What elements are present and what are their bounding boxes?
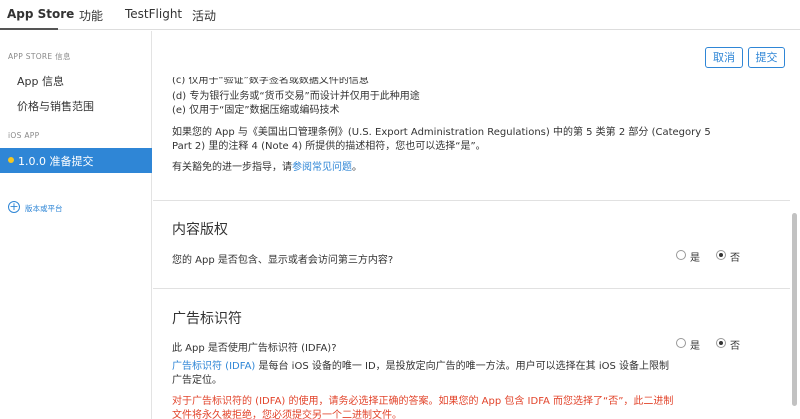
active-tab-indicator [0, 28, 58, 30]
encryption-line-d: (d) 专为银行业务或“货币交易”而设计并仅用于此种用途 [172, 91, 420, 102]
add-platform-label: 版本或平台 [25, 204, 63, 213]
plus-circle-icon: + [8, 200, 20, 213]
content-rights-yes-radio[interactable] [676, 250, 686, 260]
idfa-description-line-2: 广告定位。 [172, 375, 222, 386]
status-dot-icon [8, 157, 14, 163]
idfa-question: 此 App 是否使用广告标识符 (IDFA)? [172, 343, 337, 354]
content-rights-title: 内容版权 [172, 222, 228, 238]
submit-button[interactable]: 提交 [748, 47, 785, 68]
idfa-warning-line-1: 对于广告标识符的 (IDFA) 的使用，请务必选择正确的答案。如果您的 App … [172, 396, 674, 407]
encryption-paragraph-line-1: 如果您的 App 与《美国出口管理条例》(U.S. Export Adminis… [172, 127, 711, 138]
sidebar-item-app-info[interactable]: App 信息 [17, 73, 64, 89]
idfa-description-line-1: 广告标识符 (IDFA) 是每台 iOS 设备的唯一 ID，是投放定向广告的唯一… [172, 357, 669, 372]
guidance-prefix: 有关豁免的进一步指导，请 [172, 162, 292, 173]
tab-features[interactable]: 功能 [79, 7, 103, 24]
idfa-no-radio[interactable] [716, 338, 726, 348]
tab-app-store[interactable]: App Store [7, 7, 74, 21]
tab-testflight[interactable]: TestFlight [125, 7, 182, 21]
guidance-suffix: 。 [352, 162, 362, 173]
tab-activity[interactable]: 活动 [192, 7, 216, 24]
content-rights-question: 您的 App 是否包含、显示或者会访问第三方内容? [172, 255, 394, 266]
idfa-yes-radio[interactable] [676, 338, 686, 348]
idfa-warning-line-2: 文件将永久被拒绝，您必须提交另一个二进制文件。 [172, 410, 402, 419]
content-rights-yes-label: 是 [690, 253, 700, 264]
idfa-description-text: 是每台 iOS 设备的唯一 ID，是投放定向广告的唯一方法。用户可以选择在其 i… [255, 361, 670, 372]
main-content: 取消 提交 (c) 仅用于“验证”数字签名或数据文件的信息 (d) 专为银行业务… [153, 31, 800, 419]
section-divider [153, 288, 790, 289]
sidebar: APP STORE 信息 App 信息 价格与销售范围 iOS APP 1.0.… [0, 31, 152, 419]
idfa-no-label: 否 [730, 341, 740, 352]
encryption-line-c: (c) 仅用于“验证”数字签名或数据文件的信息 [172, 75, 369, 86]
exemption-guidance: 有关豁免的进一步指导，请参阅常见问题。 [172, 158, 362, 173]
scrollbar-thumb[interactable] [792, 213, 797, 406]
section-header-app-store: APP STORE 信息 [8, 52, 71, 61]
idfa-yes-label: 是 [690, 341, 700, 352]
section-header-ios-app: iOS APP [8, 131, 40, 140]
faq-link[interactable]: 参阅常见问题 [292, 162, 352, 173]
content-rights-no-radio[interactable] [716, 250, 726, 260]
encryption-paragraph-line-2: Part 2) 里的注释 4 (Note 4) 所提供的描述相符，您也可以选择“… [172, 141, 486, 152]
cancel-button[interactable]: 取消 [705, 47, 743, 68]
sidebar-item-pricing[interactable]: 价格与销售范围 [17, 98, 94, 114]
section-divider [153, 200, 790, 201]
encryption-line-e: (e) 仅用于“固定”数据压缩或编码技术 [172, 105, 340, 116]
top-navigation: App Store 功能 TestFlight 活动 [0, 0, 800, 30]
idfa-title: 广告标识符 [172, 311, 242, 327]
sidebar-item-version[interactable]: 1.0.0 准备提交 [0, 148, 152, 173]
sidebar-item-version-label: 1.0.0 准备提交 [18, 155, 94, 168]
content-rights-no-label: 否 [730, 253, 740, 264]
